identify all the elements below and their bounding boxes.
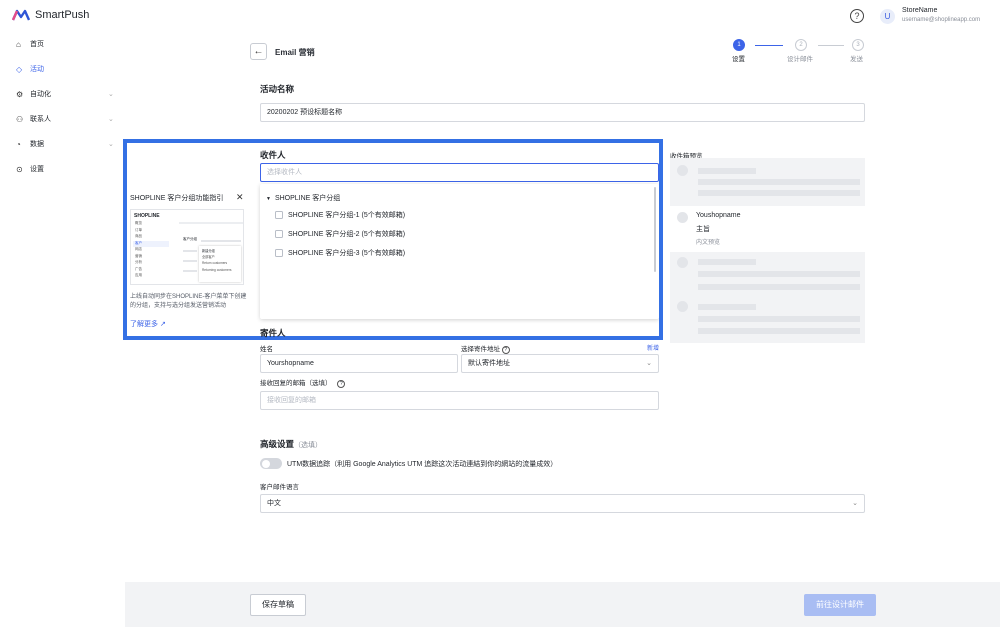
automation-icon: ⚙ (16, 89, 24, 99)
page-title: Email 营销 (275, 48, 315, 57)
step-1-indicator: 1 (733, 39, 745, 51)
step-3-label: 发送 (850, 56, 863, 63)
placeholder-avatar (677, 257, 688, 268)
sidebar-item-data[interactable]: ◔ 数据 (16, 137, 44, 151)
placeholder-avatar (677, 212, 688, 223)
reply-email-label: 接收回复的邮箱（选填） ? (260, 377, 346, 388)
sender-address-label: 选择寄件地址 ? (461, 343, 510, 354)
highlight-frame (123, 139, 663, 340)
campaign-name-label: 活动名称 (260, 84, 295, 94)
utm-toggle[interactable] (260, 458, 282, 469)
step-3-indicator: 3 (852, 39, 864, 51)
step-2-indicator: 2 (795, 39, 807, 51)
sidebar-item-campaigns[interactable]: ◇ 活动 (16, 62, 44, 76)
sidebar-item-home[interactable]: ⌂ 首页 (16, 37, 44, 51)
chevron-down-icon[interactable]: ⌄ (108, 90, 114, 98)
chevron-down-icon: ⌄ (852, 500, 858, 507)
step-2-label: 设计邮件 (787, 56, 813, 63)
tag-icon: ◇ (16, 64, 23, 74)
sender-name-input[interactable]: Yourshopname (260, 354, 458, 373)
sidebar-item-label: 联系人 (30, 116, 51, 123)
help-icon[interactable]: ? (850, 9, 864, 23)
sender-label: 寄件人 (260, 328, 286, 338)
save-draft-button[interactable]: 保存草稿 (250, 594, 306, 616)
reply-email-input[interactable]: 接收回复的邮箱 (260, 391, 659, 410)
chevron-down-icon: ⌄ (646, 360, 652, 367)
placeholder-avatar (677, 165, 688, 176)
preview-subject: 主旨 (696, 226, 710, 233)
back-button[interactable]: ← (250, 43, 267, 60)
step-connector (818, 45, 844, 46)
language-select[interactable]: 中文 ⌄ (260, 494, 865, 513)
help-icon: ? (337, 380, 346, 388)
sender-address-select[interactable]: 默认寄件地址 ⌄ (461, 354, 659, 373)
sidebar-item-label: 自动化 (30, 91, 51, 98)
sidebar-item-label: 设置 (30, 166, 44, 173)
sidebar-item-label: 数据 (30, 141, 44, 148)
sidebar-item-contacts[interactable]: ⚇ 联系人 (16, 112, 51, 126)
avatar[interactable]: U (880, 9, 895, 24)
help-icon: ? (501, 346, 510, 354)
sidebar-item-label: 首页 (30, 41, 44, 48)
utm-label: UTM数据追踪（利用 Google Analytics UTM 追踪这次活动連結… (287, 461, 558, 468)
chevron-down-icon[interactable]: ⌄ (108, 115, 114, 123)
sender-name-label: 姓名 (260, 346, 273, 353)
chart-icon: ◔ (16, 139, 21, 149)
sidebar-item-automation[interactable]: ⚙ 自动化 (16, 87, 51, 101)
advanced-settings-label: 高级设置（选填） (260, 439, 323, 449)
placeholder-avatar (677, 301, 688, 312)
campaign-name-input[interactable]: 20200202 预设标题名称 (260, 103, 865, 122)
app-name: SmartPush (35, 9, 90, 21)
store-name[interactable]: StoreName (902, 7, 937, 14)
preview-text: 内文预览 (696, 240, 721, 246)
smartpush-logo-icon (12, 9, 30, 21)
language-label: 客户邮件语言 (260, 484, 299, 491)
preview-sender: Youshopname (696, 212, 741, 219)
sidebar-item-label: 活动 (30, 66, 44, 73)
user-email: username@shoplineapp.com (902, 17, 981, 23)
add-address-link[interactable]: 新增 (647, 343, 659, 352)
step-1-label: 设置 (732, 56, 745, 63)
design-email-button[interactable]: 前往设计邮件 (804, 594, 876, 616)
sidebar-item-settings[interactable]: ⊙ 设置 (16, 162, 44, 176)
chevron-down-icon[interactable]: ⌄ (108, 140, 114, 148)
step-connector (755, 45, 783, 46)
settings-icon: ⊙ (16, 164, 23, 174)
contact-icon: ⚇ (16, 114, 24, 124)
home-icon: ⌂ (16, 39, 21, 49)
